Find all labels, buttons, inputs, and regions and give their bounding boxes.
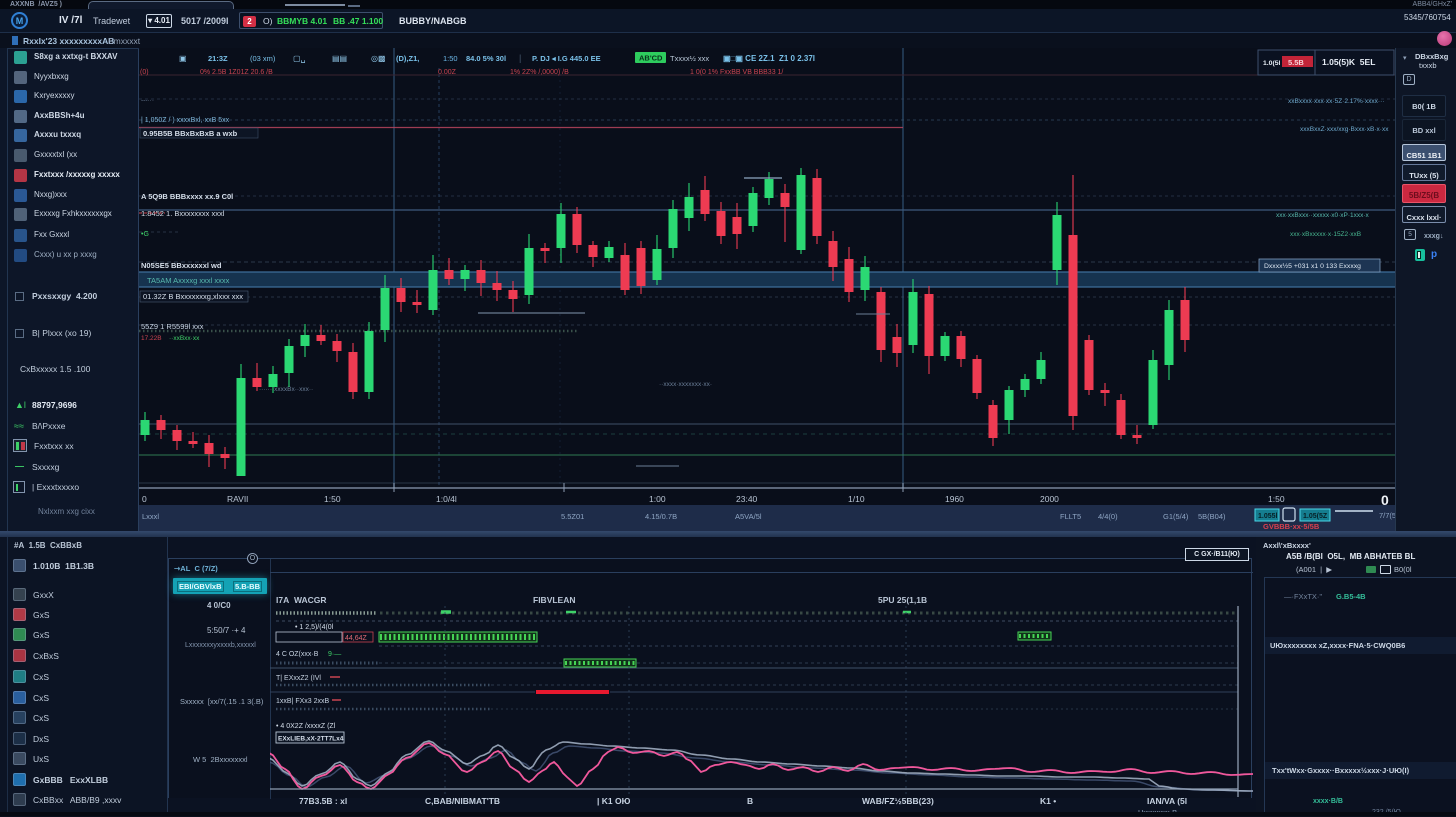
svg-text:1 0(0 1% FxxBB VB BBB33 1/: 1 0(0 1% FxxBB VB BBB33 1/ [690,69,783,76]
svg-text:AB'CD: AB'CD [639,54,663,63]
svg-text:5.5B: 5.5B [1288,58,1304,67]
svg-text:2000: 2000 [1040,494,1059,504]
svg-text:▣: ▣ [179,54,187,63]
svg-text:1.0(5l: 1.0(5l [1263,60,1280,67]
svg-text:1xxB| FXx3 2xxB: 1xxB| FXx3 2xxB [276,698,330,705]
svg-text:1:50: 1:50 [1268,494,1285,504]
svg-text:xxxBxxZ·xxx/xxg·Bxxx·xB·x·xx: xxxBxxZ·xxx/xxg·Bxxx·xB·x·xx [1300,126,1389,133]
svg-text:1:0/4l: 1:0/4l [436,494,457,504]
svg-text:1.055l: 1.055l [1258,513,1278,520]
svg-text:RAVIl: RAVIl [227,494,248,504]
svg-text:1/10: 1/10 [848,494,865,504]
svg-text:9·—: 9·— [328,651,341,658]
svg-text:P. DJ ◂ I.G 445.0 EE: P. DJ ◂ I.G 445.0 EE [532,54,601,63]
svg-text:··xxBxx·xx: ··xxBxx·xx [169,335,200,342]
svg-text:FIBVLEAN: FIBVLEAN [533,595,576,605]
svg-text:xxBxxxx·xxx·xx·5Z·2.17%·xxxx··: xxBxxxx·xxx·xx·5Z·2.17%·xxxx··· [1288,98,1384,105]
svg-text:(03 xm): (03 xm) [250,54,276,63]
svg-text:5PU 25(1,1B: 5PU 25(1,1B [878,595,927,605]
svg-text:··xxxx·xxxxxxx·xx·: ··xxxx·xxxxxxx·xx· [659,381,712,388]
svg-text:23:40: 23:40 [736,494,758,504]
svg-text:7/7(5: 7/7(5 [1379,511,1395,520]
svg-text:---···: ---··· [141,97,154,104]
svg-text:01.32Z B Bxxxxxxxg,xlxxx xxx: 01.32Z B Bxxxxxxxg,xlxxx xxx [143,292,243,301]
svg-text:1:50: 1:50 [324,494,341,504]
svg-text:xxx·xxBxxx··xxxxx·x0·xP·1xxx·x: xxx·xxBxxx··xxxxx·x0·xP·1xxx·x [1276,212,1370,219]
svg-text:GVBBB·xx·5/5B: GVBBB·xx·5/5B [1263,522,1320,531]
svg-text:Dxxxx½5 +031 x1 0 133 Exxxxg: Dxxxx½5 +031 x1 0 133 Exxxxg [1264,262,1361,270]
svg-text:G1(5/4): G1(5/4) [1163,512,1189,521]
svg-text:0.95B5B BBxBxBxB a wxb: 0.95B5B BBxBxBxB a wxb [143,129,238,138]
svg-text:FLLT5: FLLT5 [1060,512,1081,521]
svg-text:T| EXxxZ2 (IVl: T| EXxxZ2 (IVl [276,675,321,682]
svg-text:4.15/0.7B: 4.15/0.7B [645,512,677,521]
svg-text:▣□▣ CE 2Z.1 Z1 0 2.37l: ▣□▣ CE 2Z.1 Z1 0 2.37l [723,54,815,63]
svg-text:(0): (0) [140,69,149,76]
svg-text:▤▤: ▤▤ [332,54,347,63]
svg-text:◎▩: ◎▩ [371,54,386,63]
svg-text:• 1 2,5)/(4(0l: • 1 2,5)/(4(0l [295,624,334,631]
svg-text:TA5AM Axxxxg xxxl xxxx: TA5AM Axxxxg xxxl xxxx [147,276,230,285]
svg-text:1.8452 1. Bxxxxxxxx xxxl: 1.8452 1. Bxxxxxxxx xxxl [141,209,225,218]
svg-text:0% 2.5B 1Z01Z 20.6 /B: 0% 2.5B 1Z01Z 20.6 /B [200,69,273,76]
svg-text:0: 0 [142,494,147,504]
svg-text:55Z9 1 R5599l xxx: 55Z9 1 R5599l xxx [141,322,204,331]
svg-text:84.0 5% 30l: 84.0 5% 30l [466,54,506,63]
svg-text:5B(B04): 5B(B04) [1198,512,1226,521]
svg-text:Lxxxl: Lxxxl [142,512,159,521]
svg-text:1960: 1960 [945,494,964,504]
svg-text:| 1,050Z / ) xxxxBxl,·xxB 5xx: | 1,050Z / ) xxxxBxl,·xxB 5xx [141,117,230,124]
svg-text:xxx·xBxxxxx·x·15Z2·xxB: xxx·xBxxxxx·x·15Z2·xxB [1290,231,1361,238]
svg-text:Txxxx½ xxx: Txxxx½ xxx [670,54,709,63]
svg-text:5.5Z01: 5.5Z01 [561,512,584,521]
svg-text:21:3Z: 21:3Z [208,54,228,63]
svg-text:4 C OZ(xxx·B: 4 C OZ(xxx·B [276,651,319,658]
svg-text:N05SE5 BBxxxxxxl wd: N05SE5 BBxxxxxxl wd [141,261,222,270]
svg-text:1:00: 1:00 [649,494,666,504]
svg-text:• 4 0X2Z /xxxxZ (Zl: • 4 0X2Z /xxxxZ (Zl [276,723,336,730]
svg-text:▢␣: ▢␣ [293,54,306,63]
svg-text:4/4(0): 4/4(0) [1098,512,1118,521]
svg-text:|: | [519,53,521,63]
svg-text:1.05(5)K 5EL: 1.05(5)K 5EL [1322,57,1375,67]
svg-text:17.22B: 17.22B [141,335,162,342]
svg-text:1% 2Z% /,0000) /B: 1% 2Z% /,0000) /B [510,69,569,76]
svg-text:•G: •G [141,231,149,238]
svg-text:EXxLIEB,xX·2TT7Lx4: EXxLIEB,xX·2TT7Lx4 [278,736,344,743]
svg-text:0.00Z: 0.00Z [438,69,457,76]
svg-text:·······xxxxBx··xxx··: ·······xxxxBx··xxx·· [259,386,313,393]
svg-text:1.05(5Z: 1.05(5Z [1303,513,1328,520]
svg-text:I7A WACGR: I7A WACGR [276,595,327,605]
svg-text:A 5Q9B BBBxxxx xx.9 C0l: A 5Q9B BBBxxxx xx.9 C0l [141,192,233,201]
svg-text:1:50: 1:50 [443,54,458,63]
svg-text:A5VA/5l: A5VA/5l [735,512,762,521]
svg-text:44,64Z: 44,64Z [345,635,368,642]
svg-text:(D),Z1,: (D),Z1, [396,54,419,63]
